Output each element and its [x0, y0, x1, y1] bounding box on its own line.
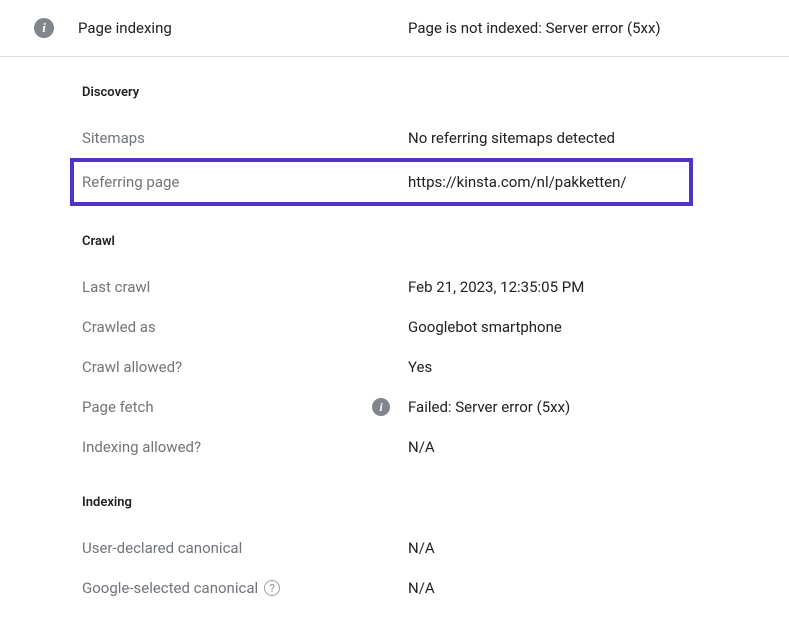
section-heading-discovery: Discovery	[78, 85, 789, 100]
row-page-fetch: Page fetch i Failed: Server error (5xx)	[78, 387, 789, 427]
value-sitemaps: No referring sitemaps detected	[408, 129, 615, 147]
row-crawl-allowed: Crawl allowed? Yes	[78, 347, 789, 387]
row-referring-page: Referring page https://kinsta.com/nl/pak…	[78, 162, 689, 202]
label-google-canonical: Google-selected canonical ?	[78, 579, 408, 597]
value-crawled-as: Googlebot smartphone	[408, 318, 562, 336]
section-crawl: Crawl Last crawl Feb 21, 2023, 12:35:05 …	[78, 206, 789, 467]
label-page-fetch: Page fetch i	[78, 398, 408, 416]
label-user-canonical: User-declared canonical	[78, 539, 408, 557]
row-user-canonical: User-declared canonical N/A	[78, 528, 789, 568]
row-last-crawl: Last crawl Feb 21, 2023, 12:35:05 PM	[78, 267, 789, 307]
info-icon: i	[34, 18, 54, 38]
page-status: Page is not indexed: Server error (5xx)	[408, 19, 661, 37]
row-google-canonical: Google-selected canonical ? N/A	[78, 568, 789, 608]
label-referring-page: Referring page	[78, 173, 408, 191]
row-crawled-as: Crawled as Googlebot smartphone	[78, 307, 789, 347]
value-last-crawl: Feb 21, 2023, 12:35:05 PM	[408, 278, 584, 296]
value-referring-page: https://kinsta.com/nl/pakketten/	[408, 173, 627, 191]
row-sitemaps: Sitemaps No referring sitemaps detected	[78, 118, 789, 158]
label-last-crawl: Last crawl	[78, 278, 408, 296]
section-discovery: Discovery Sitemaps No referring sitemaps…	[78, 57, 789, 206]
section-heading-indexing: Indexing	[78, 495, 789, 510]
section-indexing: Indexing User-declared canonical N/A Goo…	[78, 467, 789, 608]
section-heading-crawl: Crawl	[78, 234, 789, 249]
page-title: Page indexing	[78, 19, 408, 37]
label-crawl-allowed: Crawl allowed?	[78, 358, 408, 376]
label-crawled-as: Crawled as	[78, 318, 408, 336]
label-page-fetch-text: Page fetch	[82, 398, 154, 416]
value-crawl-allowed: Yes	[408, 358, 432, 376]
info-icon[interactable]: i	[372, 398, 390, 416]
value-indexing-allowed: N/A	[408, 438, 435, 456]
value-user-canonical: N/A	[408, 539, 435, 557]
label-sitemaps: Sitemaps	[78, 129, 408, 147]
value-page-fetch: Failed: Server error (5xx)	[408, 398, 570, 416]
row-indexing-allowed: Indexing allowed? N/A	[78, 427, 789, 467]
page-header: i Page indexing Page is not indexed: Ser…	[0, 0, 789, 57]
highlight-referring-page: Referring page https://kinsta.com/nl/pak…	[70, 158, 693, 206]
help-icon[interactable]: ?	[264, 580, 280, 596]
label-indexing-allowed: Indexing allowed?	[78, 438, 408, 456]
content-body: Discovery Sitemaps No referring sitemaps…	[0, 57, 789, 608]
label-google-canonical-text: Google-selected canonical	[82, 579, 258, 597]
value-google-canonical: N/A	[408, 579, 435, 597]
